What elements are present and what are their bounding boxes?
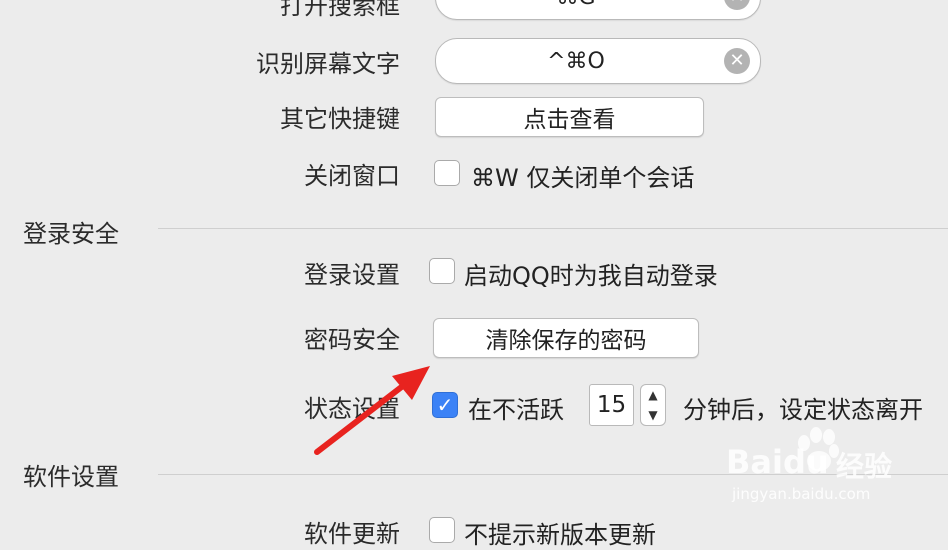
watermark-url: jingyan.baidu.com [732, 485, 871, 503]
watermark-brand-cn: 经验 [836, 450, 893, 483]
baidu-watermark: Baidu 经验 jingyan.baidu.com [726, 425, 948, 526]
watermark-brand: Baidu [726, 443, 829, 481]
